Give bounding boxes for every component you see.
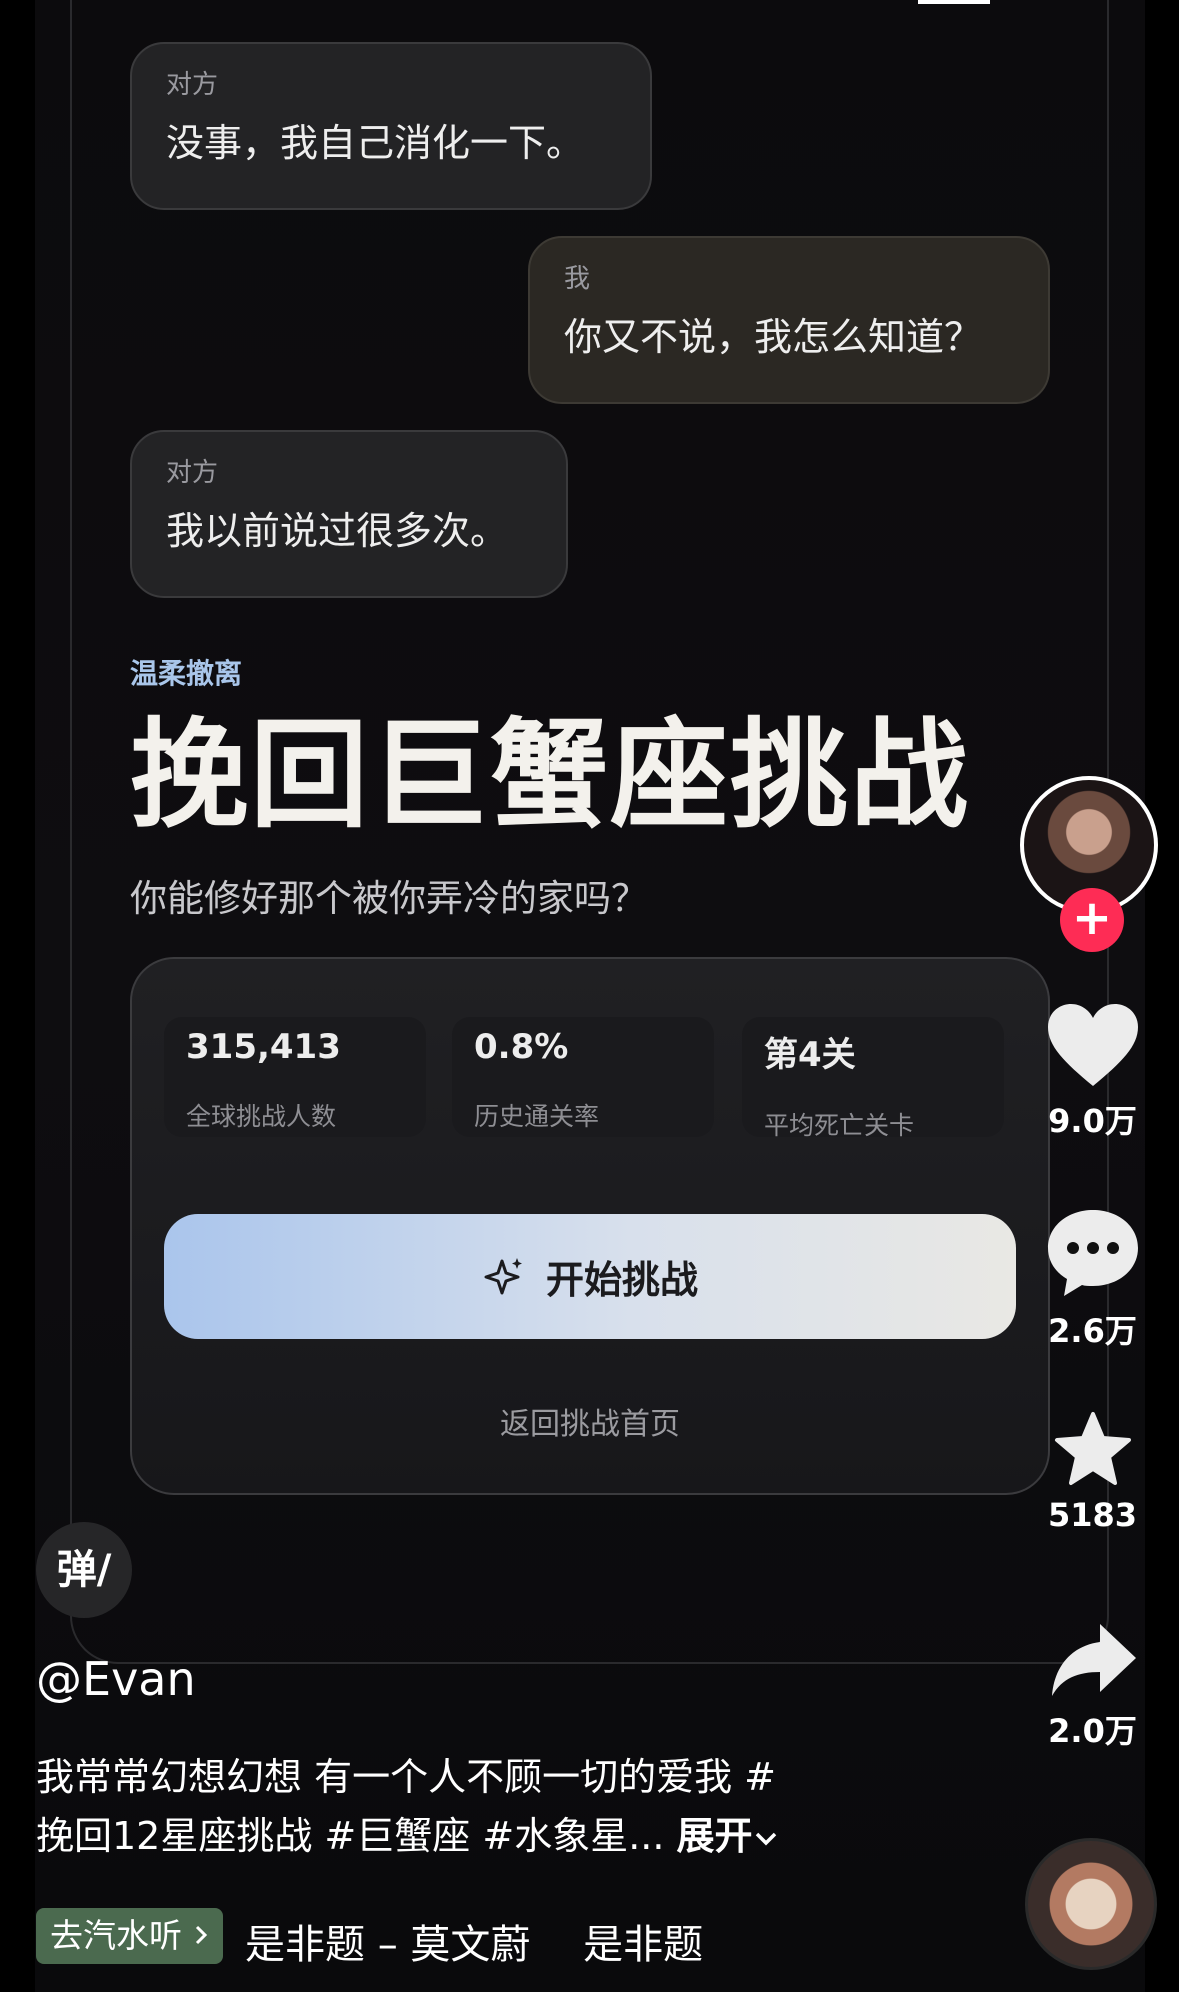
- chat-bubble-me: 我 你又不说，我怎么知道？: [528, 236, 1050, 404]
- caption-line: 我常常幻想幻想 有一个人不顾一切的爱我 #: [36, 1755, 776, 1799]
- expand-caption-button[interactable]: 展开: [677, 1814, 779, 1858]
- sparkle-icon: [484, 1257, 522, 1294]
- share-arrow-icon: [1051, 1624, 1136, 1696]
- chat-sender: 对方: [166, 458, 219, 488]
- expand-label: 展开: [676, 1814, 753, 1858]
- chat-bubble-them: 对方 我以前说过很多次。: [130, 430, 568, 598]
- stat-value: 315,413: [186, 1027, 341, 1067]
- chat-sender: 我: [564, 264, 591, 294]
- chat-bubble-them: 对方 没事，我自己消化一下。: [130, 42, 652, 210]
- favorite-action[interactable]: 5183: [1020, 1410, 1165, 1534]
- music-disc[interactable]: [1025, 1838, 1157, 1970]
- start-challenge-label: 开始挑战: [545, 1258, 698, 1302]
- favorite-count: 5183: [1047, 1496, 1138, 1534]
- share-action[interactable]: 2.0万: [1020, 1620, 1165, 1752]
- stat-value: 第4关: [764, 1035, 856, 1075]
- chevron-down-icon: [755, 1832, 776, 1846]
- challenge-subtitle: 你能修好那个被你弄冷的家吗？: [130, 877, 648, 920]
- caption-line: 挽回12星座挑战 #巨蟹座 #水象星... 展开: [36, 1807, 916, 1866]
- share-count: 2.0万: [1048, 1712, 1137, 1750]
- challenge-tag: 温柔撤离: [130, 657, 243, 690]
- danmu-slash-icon: /: [96, 1547, 112, 1593]
- chat-message: 没事，我自己消化一下。: [166, 121, 585, 165]
- author-name[interactable]: @Evan: [36, 1652, 196, 1706]
- music-title-marquee[interactable]: 是非题 – 莫文蔚 是非题: [245, 1912, 725, 1970]
- stat-label: 历史通关率: [474, 1102, 600, 1131]
- chevron-right-icon: [195, 1925, 207, 1945]
- stat-clear-rate: 0.8% 历史通关率: [452, 1017, 714, 1137]
- open-in-qishui-button[interactable]: 去汽水听: [36, 1908, 223, 1964]
- top-indicator: [918, 0, 990, 4]
- danmu-label: 弹: [56, 1547, 97, 1593]
- stat-label: 全球挑战人数: [186, 1102, 337, 1131]
- stat-participants: 315,413 全球挑战人数: [164, 1017, 426, 1137]
- stat-value: 0.8%: [474, 1027, 569, 1067]
- music-chip-label: 去汽水听: [50, 1916, 182, 1955]
- back-to-challenges-link[interactable]: 返回挑战首页: [132, 1399, 1048, 1443]
- like-action[interactable]: 9.0万: [1020, 1000, 1165, 1142]
- challenge-title: 挽回巨蟹座挑战: [130, 706, 971, 844]
- chat-message: 我以前说过很多次。: [166, 509, 509, 553]
- start-challenge-button[interactable]: 开始挑战: [164, 1214, 1016, 1339]
- follow-plus-button[interactable]: +: [1060, 888, 1124, 952]
- danmu-toggle-button[interactable]: 弹/: [36, 1522, 132, 1618]
- challenge-card: 315,413 全球挑战人数 0.8% 历史通关率 第4关 平均死亡关卡 开始挑…: [130, 957, 1050, 1495]
- chat-message: 你又不说，我怎么知道？: [564, 315, 983, 359]
- chat-sender: 对方: [166, 70, 219, 100]
- comment-count: 2.6万: [1048, 1312, 1137, 1350]
- caption-hashtags[interactable]: 挽回12星座挑战 #巨蟹座 #水象星...: [36, 1814, 664, 1858]
- heart-icon: [1047, 1004, 1138, 1086]
- stat-death-level: 第4关 平均死亡关卡: [742, 1017, 1004, 1140]
- star-icon: [1054, 1412, 1131, 1485]
- stat-label: 平均死亡关卡: [764, 1111, 915, 1140]
- like-count: 9.0万: [1048, 1102, 1137, 1140]
- comment-icon: [1047, 1210, 1138, 1296]
- post-caption: 我常常幻想幻想 有一个人不顾一切的爱我 # 挽回12星座挑战 #巨蟹座 #水象星…: [36, 1748, 916, 1866]
- comment-action[interactable]: 2.6万: [1020, 1206, 1165, 1352]
